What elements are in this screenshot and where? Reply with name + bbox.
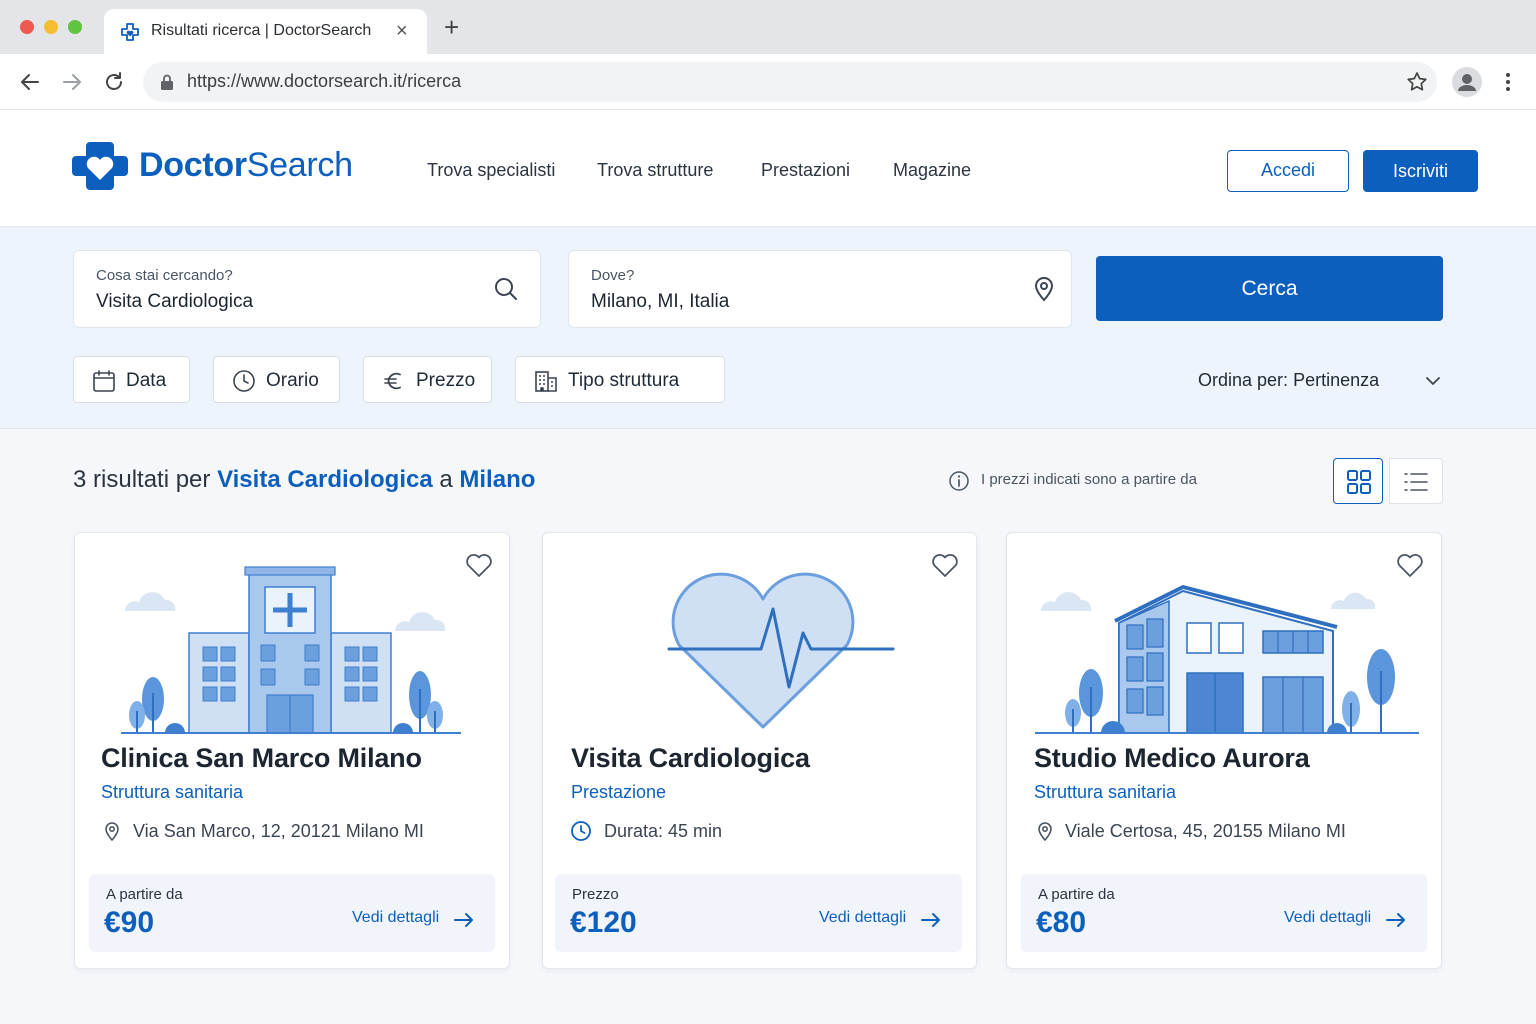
nav-prestazioni[interactable]: Prestazioni xyxy=(761,160,850,181)
browser-tab-bar: Risultati ricerca | DoctorSearch × + xyxy=(0,0,1536,54)
sort-value: Pertinenza xyxy=(1293,370,1380,390)
new-tab-button[interactable]: + xyxy=(444,14,459,40)
brand-name[interactable]: DoctorSearch xyxy=(139,146,353,185)
tab-close-icon[interactable]: × xyxy=(396,19,408,43)
price-value: €90 xyxy=(104,906,155,939)
forward-arrow-icon[interactable] xyxy=(58,68,86,96)
filter-tipo-struttura-label: Tipo struttura xyxy=(568,370,680,391)
results-heading: 3 risultati per Visita Cardiologica a Mi… xyxy=(73,466,536,493)
site-favicon-icon xyxy=(121,23,139,41)
price-label: Prezzo xyxy=(572,886,619,903)
url-text: https://www.doctorsearch.it/ricerca xyxy=(187,71,462,91)
lock-icon xyxy=(161,74,173,90)
what-search-input[interactable] xyxy=(96,291,456,313)
profile-avatar-icon[interactable] xyxy=(1452,67,1482,97)
card-subtitle: Struttura sanitaria xyxy=(1034,782,1177,802)
where-search-input[interactable] xyxy=(591,291,951,313)
browser-tab-active[interactable]: Risultati ricerca | DoctorSearch × xyxy=(104,9,427,54)
card-duration: Durata: 45 min xyxy=(604,821,723,841)
results-location: Milano xyxy=(459,466,536,493)
card-price-box: Prezzo €120 Vedi dettagli xyxy=(555,874,962,952)
price-value: €120 xyxy=(570,906,637,939)
signup-button[interactable]: Iscriviti xyxy=(1363,150,1478,192)
price-label: A partire da xyxy=(106,886,183,903)
card-title[interactable]: Clinica San Marco Milano xyxy=(101,743,422,774)
grid-view-icon xyxy=(1347,470,1371,494)
card-subtitle: Prestazione xyxy=(571,782,667,802)
browser-toolbar: https://www.doctorsearch.it/ricerca xyxy=(0,54,1536,110)
doctorsearch-logo-icon[interactable] xyxy=(72,138,128,194)
filter-orario[interactable]: Orario xyxy=(213,356,340,403)
list-view-button[interactable] xyxy=(1389,458,1443,504)
sort-dropdown[interactable]: Ordina per: Pertinenza xyxy=(1198,370,1379,391)
reload-icon[interactable] xyxy=(100,68,128,96)
map-pin-icon[interactable] xyxy=(1030,275,1058,303)
back-arrow-icon[interactable] xyxy=(16,68,44,96)
building-icon xyxy=(535,371,557,392)
favorite-heart-icon[interactable] xyxy=(464,551,494,579)
filter-data[interactable]: Data xyxy=(73,356,190,403)
card-price-box: A partire da €90 Vedi dettagli xyxy=(89,874,495,952)
map-pin-icon xyxy=(105,822,119,842)
grid-view-button[interactable] xyxy=(1333,458,1383,504)
result-card-clinica-san-marco[interactable]: Clinica San Marco Milano Struttura sanit… xyxy=(74,532,510,969)
address-bar[interactable]: https://www.doctorsearch.it/ricerca xyxy=(143,62,1437,102)
filter-tipo-struttura[interactable]: Tipo struttura xyxy=(515,356,725,403)
card-address: Viale Certosa, 45, 20155 Milano MI xyxy=(1065,821,1346,841)
nav-trova-strutture[interactable]: Trova strutture xyxy=(597,160,713,181)
map-pin-icon xyxy=(1038,822,1052,842)
results-query: Visita Cardiologica xyxy=(217,466,433,493)
calendar-icon xyxy=(93,370,115,392)
close-window-button[interactable] xyxy=(20,20,34,34)
heartbeat-illustration xyxy=(667,572,895,729)
price-value: €80 xyxy=(1036,906,1087,939)
card-price-box: A partire da €80 Vedi dettagli xyxy=(1021,874,1427,952)
result-card-studio-medico-aurora[interactable]: Studio Medico Aurora Struttura sanitaria… xyxy=(1006,532,1442,969)
filter-prezzo-label: Prezzo xyxy=(416,370,476,391)
clock-icon xyxy=(233,370,255,392)
filter-orario-label: Orario xyxy=(266,370,319,391)
browser-menu-icon[interactable] xyxy=(1498,68,1518,96)
euro-icon xyxy=(384,372,401,390)
search-icon[interactable] xyxy=(492,275,520,303)
bookmark-star-icon[interactable] xyxy=(1405,70,1429,94)
nav-trova-specialisti[interactable]: Trova specialisti xyxy=(427,160,555,181)
card-address: Via San Marco, 12, 20121 Milano MI xyxy=(133,821,424,841)
card-subtitle: Struttura sanitaria xyxy=(101,782,244,802)
search-panel: Cosa stai cercando? Dove? Cerca Data Ora… xyxy=(0,227,1536,429)
minimize-window-button[interactable] xyxy=(44,20,58,34)
info-icon xyxy=(949,471,969,491)
site-header: DoctorSearch Trova specialisti Trova str… xyxy=(0,110,1536,227)
filter-data-label: Data xyxy=(126,370,167,391)
login-button[interactable]: Accedi xyxy=(1227,150,1349,192)
list-view-icon xyxy=(1404,473,1428,491)
price-label: A partire da xyxy=(1038,886,1115,903)
favorite-heart-icon[interactable] xyxy=(1395,551,1425,579)
search-button[interactable]: Cerca xyxy=(1096,256,1443,321)
chevron-down-icon[interactable] xyxy=(1424,372,1442,390)
clinic-building-illustration xyxy=(1035,585,1419,734)
card-title[interactable]: Studio Medico Aurora xyxy=(1034,743,1310,774)
what-field-label: Cosa stai cercando? xyxy=(96,267,233,284)
view-details-link[interactable]: Vedi dettagli xyxy=(819,909,906,927)
arrow-right-icon[interactable] xyxy=(1385,910,1407,930)
clock-icon xyxy=(571,821,591,841)
what-search-field[interactable]: Cosa stai cercando? xyxy=(73,250,541,328)
arrow-right-icon[interactable] xyxy=(920,910,942,930)
filter-prezzo[interactable]: Prezzo xyxy=(363,356,492,403)
card-title[interactable]: Visita Cardiologica xyxy=(571,743,810,774)
price-note: I prezzi indicati sono a partire da xyxy=(981,471,1197,488)
where-search-field[interactable]: Dove? xyxy=(568,250,1072,328)
nav-magazine[interactable]: Magazine xyxy=(893,160,971,181)
hospital-illustration xyxy=(121,566,461,734)
tab-title: Risultati ricerca | DoctorSearch xyxy=(151,22,372,39)
view-details-link[interactable]: Vedi dettagli xyxy=(1284,909,1371,927)
where-field-label: Dove? xyxy=(591,267,635,284)
maximize-window-button[interactable] xyxy=(68,20,82,34)
arrow-right-icon[interactable] xyxy=(453,910,475,930)
result-card-visita-cardiologica[interactable]: Visita Cardiologica Prestazione Durata: … xyxy=(542,532,977,969)
favorite-heart-icon[interactable] xyxy=(930,551,960,579)
view-details-link[interactable]: Vedi dettagli xyxy=(352,909,439,927)
